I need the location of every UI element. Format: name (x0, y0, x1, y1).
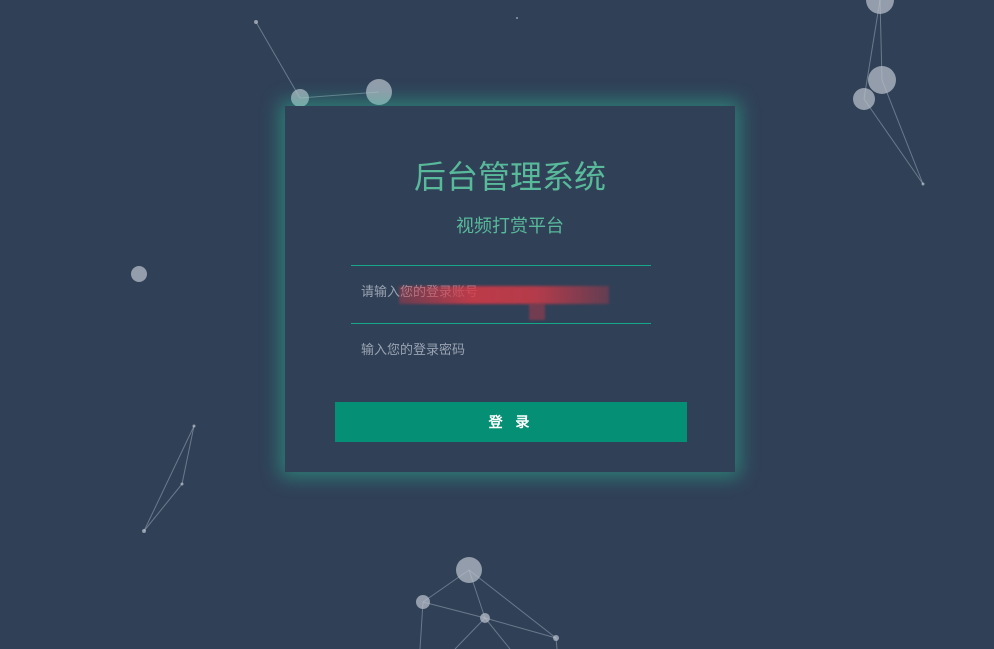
login-button[interactable]: 登 录 (335, 402, 687, 442)
password-field (351, 323, 651, 382)
login-page: 后台管理系统 视频打赏平台 登 录 (0, 0, 994, 649)
page-title: 后台管理系统 (413, 158, 606, 196)
login-card: 后台管理系统 视频打赏平台 登 录 (285, 106, 735, 472)
page-subtitle: 视频打赏平台 (456, 216, 564, 237)
redaction-overlay (399, 286, 609, 304)
username-field (351, 265, 651, 324)
redaction-overlay (529, 304, 545, 320)
password-input[interactable] (361, 339, 641, 361)
